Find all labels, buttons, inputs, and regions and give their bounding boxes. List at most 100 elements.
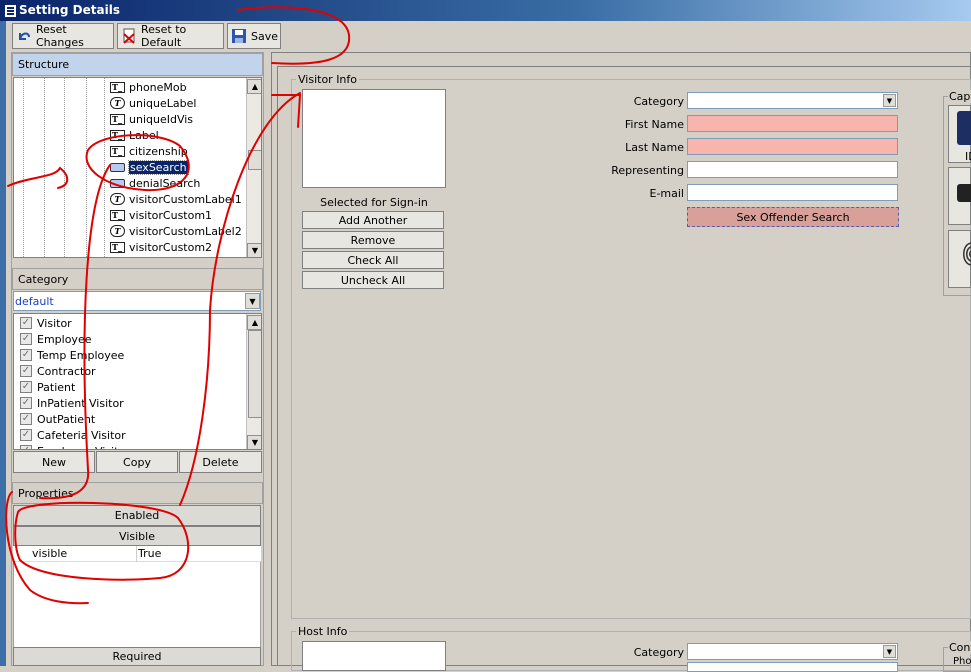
reset-to-default-button[interactable]: Reset to Default <box>117 23 224 49</box>
scroll-down-arrow[interactable]: ▼ <box>247 243 261 257</box>
tree-item-Label[interactable]: T_ Label <box>110 127 159 143</box>
category-item[interactable]: ✓ Contractor <box>20 363 96 379</box>
label-icon: T <box>110 97 125 109</box>
uncheck-all-button[interactable]: Uncheck All <box>302 271 444 289</box>
last-name-label: Last Name <box>625 141 684 154</box>
tree-item-phoneMob[interactable]: T_ phoneMob <box>110 79 187 95</box>
property-group-enabled[interactable]: Enabled <box>13 505 261 526</box>
checkbox-checked-icon[interactable]: ✓ <box>20 429 32 441</box>
tree-item-visitorCustomLabel1[interactable]: TvisitorCustomLabel1 <box>110 191 242 207</box>
last-name-input[interactable] <box>687 138 898 155</box>
copy-button[interactable]: Copy <box>96 451 178 473</box>
tree-item-citizenship[interactable]: T_ citizenship <box>110 143 188 159</box>
scroll-thumb[interactable] <box>248 330 261 418</box>
tree-item-label: visitorCustomLabel1 <box>129 192 242 206</box>
checkbox-checked-icon[interactable]: ✓ <box>20 445 32 449</box>
chevron-down-icon[interactable]: ▼ <box>245 293 260 309</box>
category-item-label: Cafeteria Visitor <box>37 428 126 442</box>
representing-label: Representing <box>611 164 684 177</box>
sex-offender-search-button[interactable]: Sex Offender Search <box>687 207 899 227</box>
delete-button[interactable]: Delete <box>179 451 262 473</box>
tree-item-label: visitorCustomLabel2 <box>129 224 242 238</box>
selected-visitors-list[interactable] <box>302 89 446 188</box>
checkbox-checked-icon[interactable]: ✓ <box>20 381 32 393</box>
property-group-visible[interactable]: Visible <box>13 526 261 546</box>
check-all-button[interactable]: Check All <box>302 251 444 269</box>
checkbox-checked-icon[interactable]: ✓ <box>20 317 32 329</box>
floppy-disk-icon <box>232 29 246 43</box>
first-name-input[interactable] <box>687 115 898 132</box>
tree-guide <box>44 78 45 257</box>
new-button[interactable]: New <box>13 451 95 473</box>
remove-label: Remove <box>350 233 396 247</box>
textbox-icon: T_ <box>110 145 125 157</box>
category-item[interactable]: ✓ Patient <box>20 379 75 395</box>
remove-button[interactable]: Remove <box>302 231 444 249</box>
camera-button[interactable] <box>948 167 971 225</box>
scroll-thumb[interactable] <box>248 150 261 170</box>
category-item[interactable]: ✓ OutPatient <box>20 411 95 427</box>
tree-item-visitorCustom1[interactable]: T_ visitorCustom1 <box>110 207 212 223</box>
id-scan-button[interactable]: ID <box>948 105 971 163</box>
delete-label: Delete <box>202 455 239 469</box>
category-dropdown[interactable]: default ▼ <box>13 291 261 311</box>
host-category-dropdown[interactable]: ▼ <box>687 643 898 660</box>
scroll-up-arrow[interactable]: ▲ <box>247 79 261 94</box>
checkbox-checked-icon[interactable]: ✓ <box>20 349 32 361</box>
tree-item-sexSearch[interactable]: sexSearch <box>110 159 189 175</box>
category-item[interactable]: ✓ Visitor <box>20 315 72 331</box>
property-group-label: Enabled <box>114 509 160 522</box>
tree-item-uniqueLabel[interactable]: TuniqueLabel <box>110 95 196 111</box>
tree-item-denialSearch[interactable]: denialSearch <box>110 175 200 191</box>
checkbox-checked-icon[interactable]: ✓ <box>20 397 32 409</box>
checkbox-checked-icon[interactable]: ✓ <box>20 413 32 425</box>
save-button[interactable]: Save <box>227 23 281 49</box>
category-scrollbar[interactable]: ▲ ▼ <box>246 314 261 449</box>
fingerprint-button[interactable] <box>948 230 971 288</box>
structure-tree[interactable]: T_ phoneMob TuniqueLabel T_ uniqueIdVis T_ Lab… <box>13 77 262 258</box>
tree-item-label: Label <box>129 128 159 142</box>
scroll-up-arrow[interactable]: ▲ <box>247 315 261 330</box>
property-row-visible[interactable]: visible True <box>13 546 261 562</box>
tree-item-label: phoneMob <box>129 80 187 94</box>
chevron-down-icon[interactable]: ▼ <box>883 94 896 107</box>
save-label: Save <box>251 29 279 43</box>
tree-item-label: visitorCustom2 <box>129 240 213 254</box>
category-item[interactable]: ✓ Employee <box>20 331 91 347</box>
property-divider <box>136 546 137 562</box>
add-another-button[interactable]: Add Another <box>302 211 444 229</box>
title-bar: Setting Details <box>0 0 971 21</box>
structure-scrollbar[interactable]: ▲ ▼ <box>246 78 261 257</box>
structure-header-label: Structure <box>18 58 70 71</box>
category-field-label: Category <box>633 95 684 108</box>
scroll-down-arrow[interactable]: ▼ <box>247 435 261 449</box>
representing-input[interactable] <box>687 161 898 178</box>
tree-item-visitorCustom2[interactable]: T_ visitorCustom2 <box>110 239 212 255</box>
chevron-down-icon[interactable]: ▼ <box>883 645 896 658</box>
category-header: Category <box>12 268 263 290</box>
sex-offender-search-label: Sex Offender Search <box>736 210 850 224</box>
undo-icon <box>19 32 30 40</box>
id-scan-label: ID <box>965 150 971 163</box>
category-list[interactable]: ✓ Visitor ✓ Employee ✓ Temp Employee ✓ Contract… <box>13 313 262 450</box>
property-group-required[interactable]: Required <box>13 647 261 666</box>
property-value[interactable]: True <box>138 547 161 560</box>
tree-guide <box>104 78 105 257</box>
checkbox-checked-icon[interactable]: ✓ <box>20 365 32 377</box>
tree-item-uniqueIdVis[interactable]: T_ uniqueIdVis <box>110 111 193 127</box>
category-item[interactable]: ✓ Cafeteria Visitor <box>20 427 126 443</box>
tree-item-visitorCustomLabel2[interactable]: TvisitorCustomLabel2 <box>110 223 242 239</box>
category-item[interactable]: ✓ InPatient Visitor <box>20 395 124 411</box>
new-label: New <box>42 455 66 469</box>
visitor-category-dropdown[interactable]: ▼ <box>687 92 898 109</box>
checkbox-checked-icon[interactable]: ✓ <box>20 333 32 345</box>
phone-label: Pho <box>953 656 971 667</box>
category-item[interactable]: ✓ Temp Employee <box>20 347 124 363</box>
selected-for-signin-label: Selected for Sign-in <box>320 196 428 209</box>
category-item[interactable]: ✓ Employee Visitor <box>20 443 130 449</box>
email-input[interactable] <box>687 184 898 201</box>
copy-label: Copy <box>123 455 151 469</box>
reset-changes-button[interactable]: Reset Changes <box>12 23 114 49</box>
host-list[interactable] <box>302 641 446 671</box>
host-second-input[interactable] <box>687 662 898 672</box>
